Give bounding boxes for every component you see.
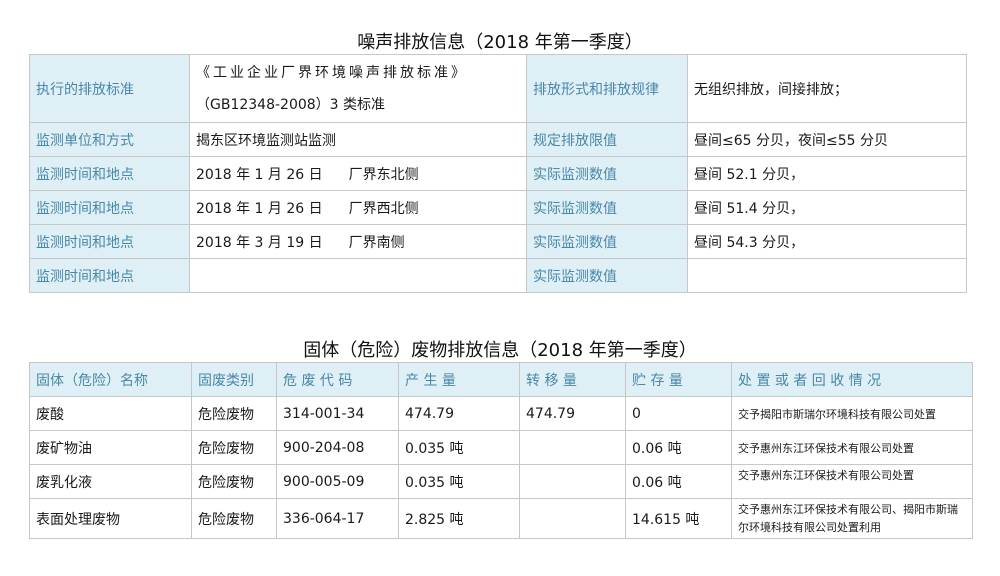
monitor-place: 厂界西北侧 — [348, 200, 419, 217]
waste-stored: 0.06 吨 — [625, 430, 732, 465]
measured-value: 昼间 54.3 分贝， — [687, 224, 967, 259]
time-place-value: 2018 年 1 月 26 日 厂界西北侧 — [189, 190, 527, 225]
table-row: 废乳化液 危险废物 900-005-09 0.035 吨 0.06 吨 交予惠州… — [29, 464, 973, 499]
monitor-date: 2018 年 1 月 26 日 — [196, 166, 323, 183]
header-code: 危 废 代 码 — [276, 362, 399, 397]
time-place-label: 监测时间和地点 — [29, 156, 190, 191]
measured-label: 实际监测数值 — [526, 258, 688, 293]
waste-transferred — [519, 430, 626, 465]
measured-value: 昼间 51.4 分贝， — [687, 190, 967, 225]
time-place-label: 监测时间和地点 — [29, 224, 190, 259]
time-place-value — [189, 258, 527, 293]
noise-table-title: 噪声排放信息（2018 年第一季度） — [357, 32, 643, 53]
table-row: 监测时间和地点 2018 年 3 月 19 日 厂界南侧 实际监测数值 昼间 54… — [29, 224, 967, 259]
form-value: 无组织排放，间接排放； — [687, 54, 967, 123]
waste-produced: 0.035 吨 — [398, 430, 520, 465]
unit-label: 监测单位和方式 — [29, 122, 190, 157]
waste-code: 900-005-09 — [276, 464, 399, 499]
waste-name: 废乳化液 — [29, 464, 192, 499]
waste-transferred — [519, 464, 626, 499]
time-place-label: 监测时间和地点 — [29, 190, 190, 225]
standard-line2: （GB12348-2008）3 类标准 — [196, 96, 386, 113]
waste-table: 固体（危险）名称 固废类别 危 废 代 码 产 生 量 转 移 量 贮 存 量 … — [29, 362, 973, 539]
waste-code: 900-204-08 — [276, 430, 399, 465]
waste-disposal: 交予惠州东江环保技术有限公司处置 — [731, 464, 973, 499]
measured-label: 实际监测数值 — [526, 224, 688, 259]
time-place-value: 2018 年 1 月 26 日 厂界东北侧 — [189, 156, 527, 191]
header-transferred: 转 移 量 — [519, 362, 626, 397]
table-row: 监测单位和方式 揭东区环境监测站监测 规定排放限值 昼间≤65 分贝，夜间≤55… — [29, 122, 967, 157]
waste-type: 危险废物 — [191, 464, 277, 499]
table-row: 废酸 危险废物 314-001-34 474.79 474.79 0 交予揭阳市… — [29, 396, 973, 431]
monitor-date: 2018 年 3 月 19 日 — [196, 234, 323, 251]
standard-value: 《工业企业厂界环境噪声排放标准》 （GB12348-2008）3 类标准 — [189, 54, 527, 123]
header-produced: 产 生 量 — [398, 362, 520, 397]
monitor-place: 厂界东北侧 — [348, 166, 419, 183]
waste-code: 314-001-34 — [276, 396, 399, 431]
waste-produced: 474.79 — [398, 396, 520, 431]
waste-name: 废酸 — [29, 396, 192, 431]
header-stored: 贮 存 量 — [625, 362, 732, 397]
waste-stored: 0 — [625, 396, 732, 431]
waste-type: 危险废物 — [191, 396, 277, 431]
table-row: 监测时间和地点 实际监测数值 — [29, 258, 967, 293]
waste-disposal: 交予惠州东江环保技术有限公司、揭阳市斯瑞尔环境科技有限公司处置利用 — [731, 498, 973, 539]
measured-label: 实际监测数值 — [526, 156, 688, 191]
table-row: 执行的排放标准 《工业企业厂界环境噪声排放标准》 （GB12348-2008）3… — [29, 54, 967, 123]
table-row: 废矿物油 危险废物 900-204-08 0.035 吨 0.06 吨 交予惠州… — [29, 430, 973, 465]
form-label: 排放形式和排放规律 — [526, 54, 688, 123]
waste-code: 336-064-17 — [276, 498, 399, 539]
table-row: 监测时间和地点 2018 年 1 月 26 日 厂界东北侧 实际监测数值 昼间 5… — [29, 156, 967, 191]
waste-stored: 14.615 吨 — [625, 498, 732, 539]
limit-value: 昼间≤65 分贝，夜间≤55 分贝 — [687, 122, 967, 157]
waste-disposal: 交予揭阳市斯瑞尔环境科技有限公司处置 — [731, 396, 973, 431]
waste-stored: 0.06 吨 — [625, 464, 732, 499]
limit-label: 规定排放限值 — [526, 122, 688, 157]
table-row: 表面处理废物 危险废物 336-064-17 2.825 吨 14.615 吨 … — [29, 498, 973, 539]
standard-line1: 《工业企业厂界环境噪声排放标准》 — [196, 64, 468, 81]
monitor-place: 厂界南侧 — [348, 234, 405, 251]
waste-transferred: 474.79 — [519, 396, 626, 431]
table-header-row: 固体（危险）名称 固废类别 危 废 代 码 产 生 量 转 移 量 贮 存 量 … — [29, 362, 973, 397]
noise-table: 执行的排放标准 《工业企业厂界环境噪声排放标准》 （GB12348-2008）3… — [29, 54, 967, 293]
standard-label: 执行的排放标准 — [29, 54, 190, 123]
unit-value: 揭东区环境监测站监测 — [189, 122, 527, 157]
waste-type: 危险废物 — [191, 430, 277, 465]
measured-value — [687, 258, 967, 293]
waste-table-title: 固体（危险）废物排放信息（2018 年第一季度） — [303, 340, 697, 361]
time-place-label: 监测时间和地点 — [29, 258, 190, 293]
measured-value: 昼间 52.1 分贝， — [687, 156, 967, 191]
time-place-value: 2018 年 3 月 19 日 厂界南侧 — [189, 224, 527, 259]
table-row: 监测时间和地点 2018 年 1 月 26 日 厂界西北侧 实际监测数值 昼间 5… — [29, 190, 967, 225]
waste-produced: 0.035 吨 — [398, 464, 520, 499]
waste-transferred — [519, 498, 626, 539]
header-type: 固废类别 — [191, 362, 277, 397]
waste-produced: 2.825 吨 — [398, 498, 520, 539]
waste-disposal: 交予惠州东江环保技术有限公司处置 — [731, 430, 973, 465]
waste-name: 废矿物油 — [29, 430, 192, 465]
header-disposal: 处 置 或 者 回 收 情 况 — [731, 362, 973, 397]
measured-label: 实际监测数值 — [526, 190, 688, 225]
waste-name: 表面处理废物 — [29, 498, 192, 539]
header-name: 固体（危险）名称 — [29, 362, 192, 397]
monitor-date: 2018 年 1 月 26 日 — [196, 200, 323, 217]
waste-type: 危险废物 — [191, 498, 277, 539]
